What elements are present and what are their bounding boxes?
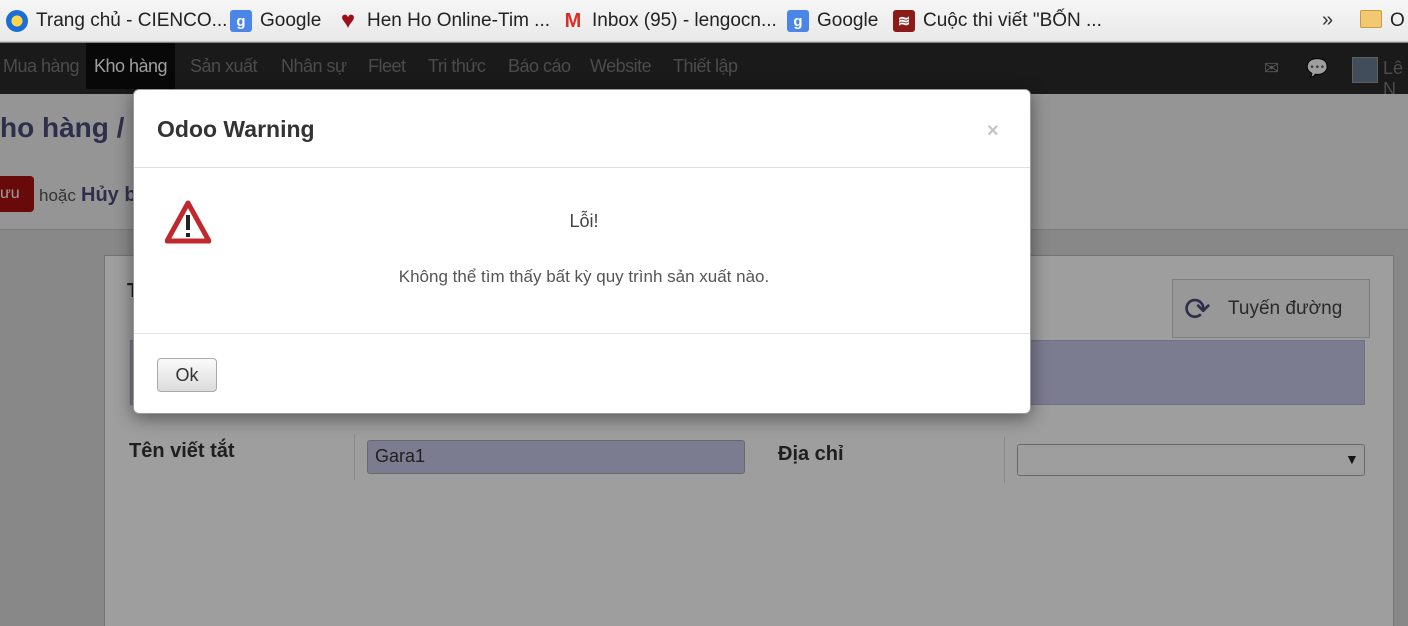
- dialog-body: [134, 168, 1030, 334]
- bookmark-label: Inbox (95) - lengocn...: [592, 10, 777, 31]
- bookmark-google-1[interactable]: g Google: [230, 0, 321, 42]
- bookmark-cuoc-thi[interactable]: ≋ Cuộc thi viết "BỐN ...: [893, 0, 1102, 42]
- ok-button[interactable]: Ok: [157, 358, 217, 392]
- bookmark-label: Google: [817, 10, 879, 31]
- google-icon: g: [230, 10, 252, 32]
- gmail-icon: M: [564, 9, 582, 32]
- bookmark-label: Google: [260, 10, 322, 31]
- bookmark-label: Cuộc thi viết "BỐN ...: [923, 10, 1102, 31]
- folder-icon[interactable]: [1360, 10, 1382, 28]
- ie-icon: [6, 10, 28, 32]
- rss-icon: ≋: [893, 10, 915, 32]
- dialog-message-title: Lỗi!: [569, 211, 599, 231]
- bookmark-cienco[interactable]: Trang chủ - CIENCO...: [6, 0, 227, 42]
- heart-icon: ♥: [340, 7, 356, 34]
- dialog-title: Odoo Warning: [157, 116, 315, 142]
- bookmark-inbox[interactable]: M Inbox (95) - lengocn...: [562, 0, 777, 42]
- other-bookmarks-label[interactable]: O: [1390, 10, 1405, 32]
- bookmark-label: Hen Ho Online-Tim ...: [367, 10, 551, 31]
- dialog-message: Không thể tìm thấy bất kỳ quy trình sản …: [398, 267, 770, 286]
- bookmarks-more-chevron[interactable]: »: [1322, 9, 1333, 32]
- bookmark-hen-ho[interactable]: ♥ Hen Ho Online-Tim ...: [337, 0, 550, 42]
- close-icon[interactable]: ×: [987, 120, 999, 143]
- bookmark-label: Trang chủ - CIENCO...: [36, 10, 228, 31]
- bookmarks-bar: Trang chủ - CIENCO... g Google ♥ Hen Ho …: [0, 0, 1408, 42]
- google-icon: g: [787, 10, 809, 32]
- dialog-header: Odoo Warning ×: [134, 90, 1030, 168]
- bookmark-google-2[interactable]: g Google: [787, 0, 878, 42]
- warning-dialog: Odoo Warning × Lỗi! Không thể tìm thấy b…: [133, 89, 1031, 414]
